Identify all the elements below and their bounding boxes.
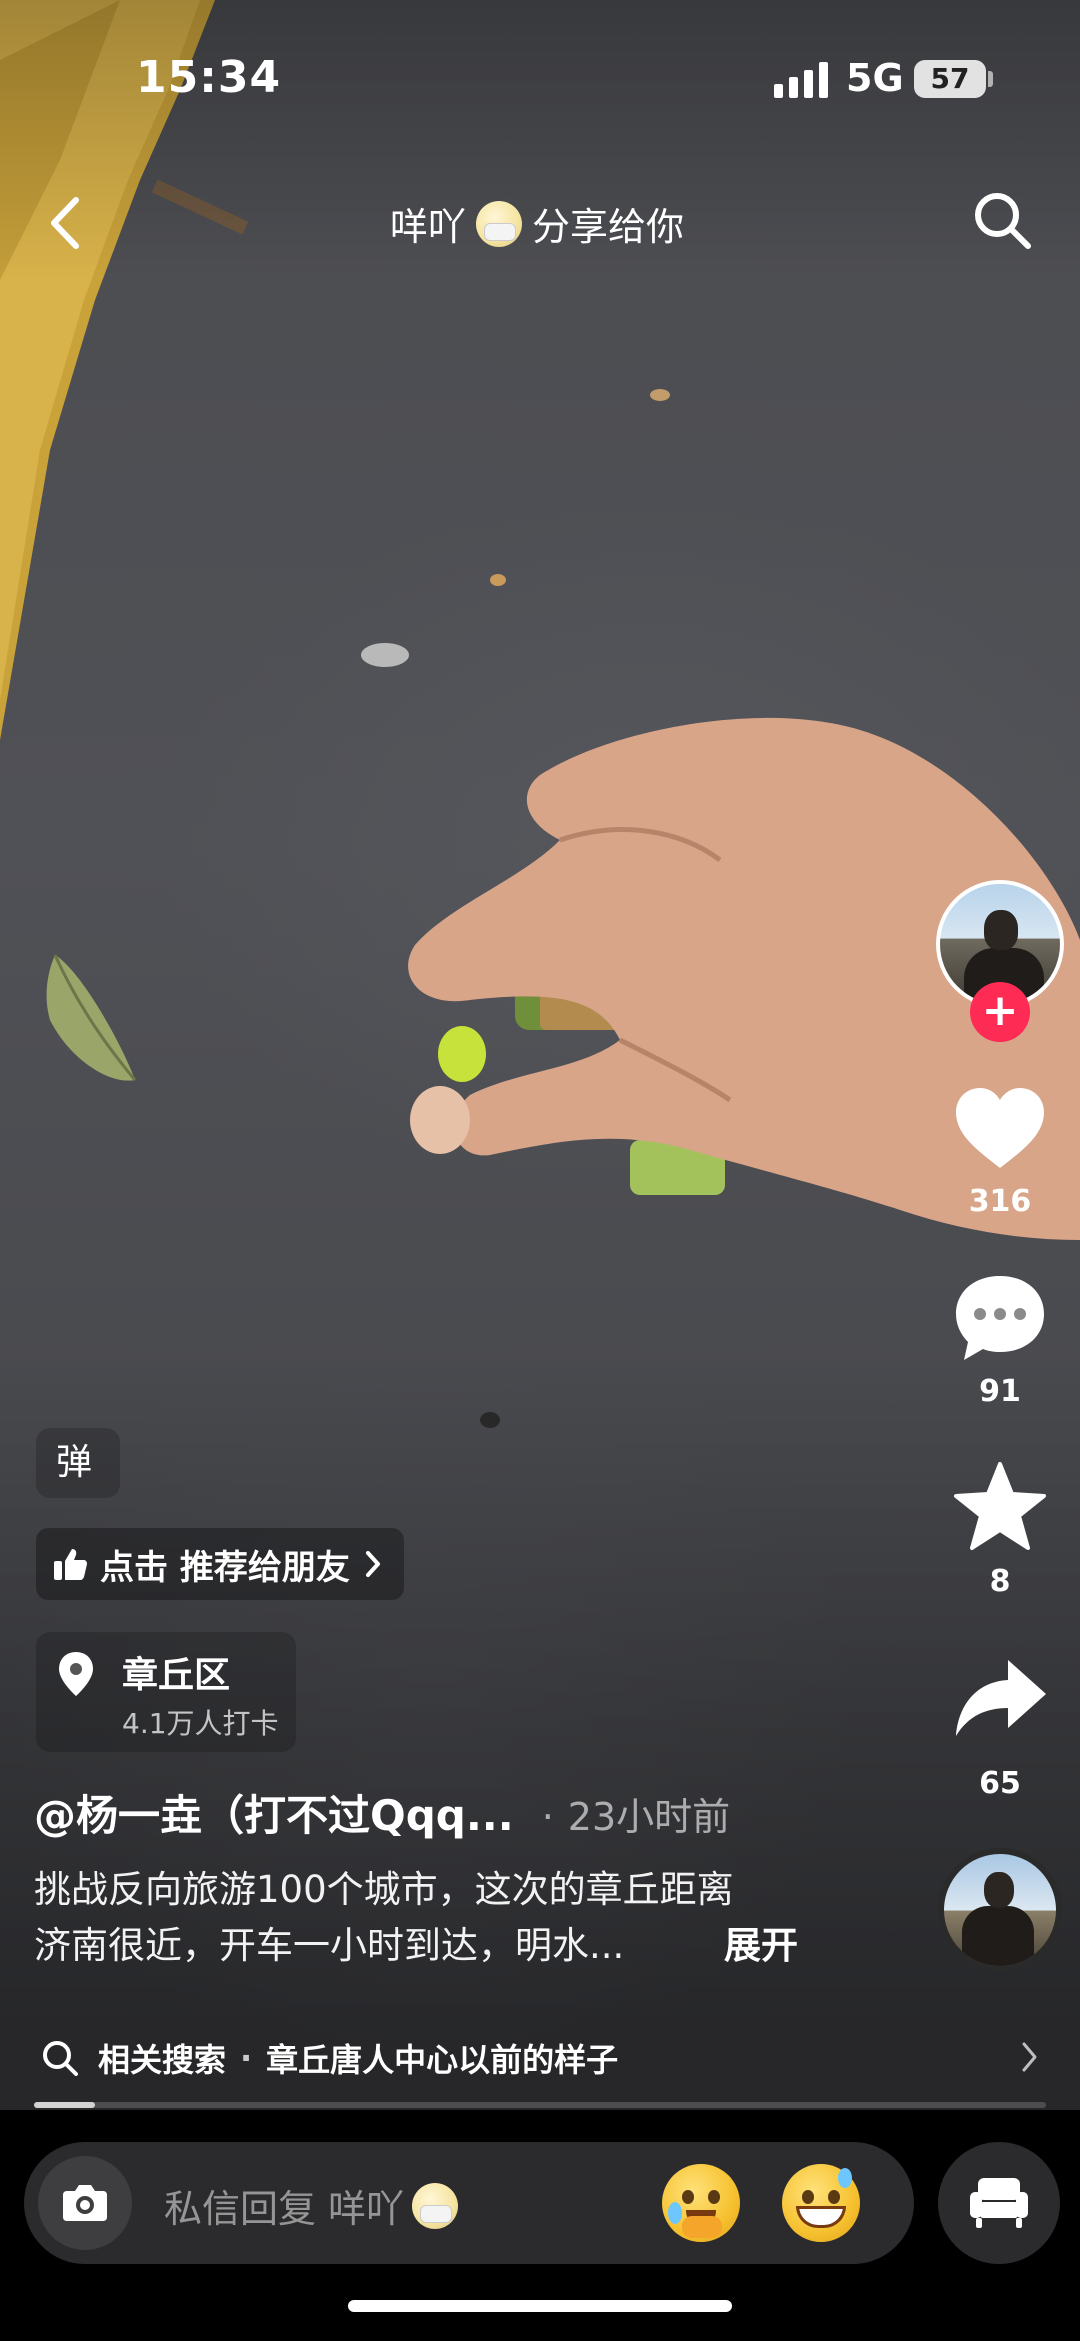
favorite-count: 8 [989, 1564, 1011, 1599]
message-input[interactable]: 私信回复 咩吖 [164, 2178, 459, 2233]
like-count: 316 [968, 1184, 1032, 1219]
separator-dot: · [240, 2039, 253, 2077]
danmu-label: 弹 [56, 1442, 93, 1483]
post-time: 23小时前 [542, 1786, 730, 1841]
location-tag[interactable]: 章丘区 4.1万人打卡 [36, 1632, 296, 1752]
author-name[interactable]: @杨一垚（打不过Qqq... [34, 1782, 514, 1843]
related-search-label: 相关搜索 [98, 2041, 227, 2079]
mask-emoji-icon [476, 200, 523, 247]
description-line-1: 挑战反向旅游100个城市，这次的章丘距离 [34, 1868, 734, 1911]
chevron-right-icon [365, 1551, 380, 1577]
follow-button[interactable]: + [970, 982, 1030, 1042]
location-name: 章丘区 [122, 1655, 231, 1696]
camera-icon [63, 2185, 107, 2221]
bottom-bar: 私信回复 咩吖 [0, 2110, 1080, 2341]
battery-level: 57 [914, 60, 986, 98]
search-icon [43, 2041, 78, 2076]
share-header: 咩吖 分享给你 [390, 196, 684, 251]
recommend-label: 点击 推荐给朋友 [100, 1547, 350, 1588]
chevron-right-icon [1022, 2042, 1037, 2072]
share-text: 分享给你 [532, 205, 685, 249]
pebble [361, 643, 409, 667]
battery-icon [988, 71, 993, 87]
status-time: 15:34 [136, 52, 282, 103]
recommend-to-friend-button[interactable]: 点击 推荐给朋友 [36, 1528, 404, 1600]
home-indicator [348, 2300, 732, 2312]
message-placeholder: 私信回复 咩吖 [164, 2187, 405, 2231]
signal-icon [774, 62, 828, 98]
crying-emoji-icon[interactable] [662, 2164, 740, 2242]
search-icon[interactable] [970, 188, 1036, 254]
share-icon[interactable] [950, 1650, 1050, 1750]
share-sender: 咩吖 [390, 205, 467, 249]
camera-button[interactable] [38, 2156, 132, 2250]
music-disc[interactable] [938, 1848, 1062, 1972]
related-search-bar[interactable]: 相关搜索 · 章丘唐人中心以前的样子 [0, 2006, 1080, 2110]
disc-head [984, 1872, 1014, 1908]
sofa-icon [970, 2178, 1028, 2228]
back-icon[interactable] [40, 188, 90, 258]
grin-sweat-emoji-icon[interactable] [782, 2164, 860, 2242]
location-pin-icon [59, 1652, 93, 1696]
location-checkins: 4.1万人打卡 [122, 1707, 279, 1740]
progress-fill [34, 2102, 95, 2108]
heart-icon[interactable] [950, 1080, 1050, 1180]
author-line: @杨一垚（打不过Qqq... 23小时前 [34, 1782, 914, 1843]
message-composer[interactable]: 私信回复 咩吖 [24, 2142, 914, 2264]
danmu-toggle[interactable]: 弹 [36, 1428, 120, 1498]
related-search-query: 章丘唐人中心以前的样子 [266, 2041, 619, 2079]
disc-figure [962, 1906, 1034, 1966]
share-count: 65 [979, 1766, 1021, 1801]
mask-emoji-icon [412, 2182, 459, 2229]
sofa-button[interactable] [938, 2142, 1060, 2264]
network-type: 5G [846, 56, 904, 100]
description-line-2: 济南很近，开车一小时到达，明水... [34, 1924, 625, 1967]
video-progress-bar[interactable] [34, 2102, 1046, 2108]
video-description[interactable]: 挑战反向旅游100个城市，这次的章丘距离 济南很近，开车一小时到达，明水... … [34, 1862, 834, 1974]
comment-count: 91 [979, 1374, 1021, 1409]
star-icon[interactable] [950, 1458, 1050, 1558]
expand-button[interactable]: 展开 [724, 1918, 798, 1974]
comment-icon[interactable] [950, 1268, 1050, 1368]
thumb-up-icon [54, 1549, 87, 1580]
avatar-head [984, 910, 1018, 950]
